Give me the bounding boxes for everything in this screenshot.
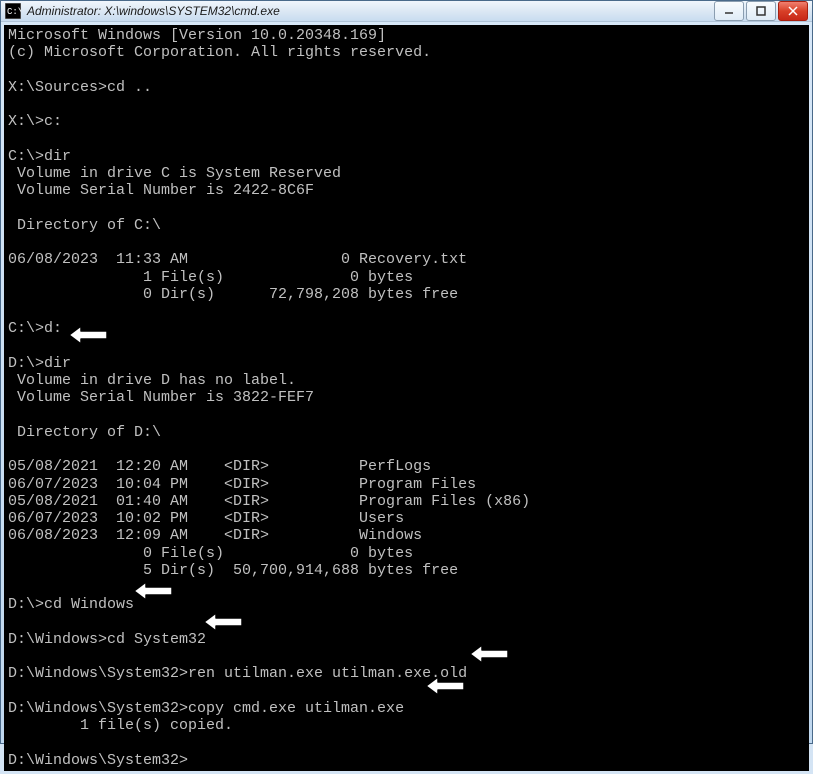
terminal-line: D:\Windows>cd System32 — [8, 631, 805, 648]
terminal-line — [8, 303, 805, 320]
terminal-output[interactable]: Microsoft Windows [Version 10.0.20348.16… — [4, 25, 809, 771]
terminal-line: 06/07/2023 10:02 PM <DIR> Users — [8, 510, 805, 527]
terminal-container: Microsoft Windows [Version 10.0.20348.16… — [1, 22, 812, 774]
terminal-line — [8, 648, 805, 665]
terminal-line — [8, 131, 805, 148]
terminal-line — [8, 683, 805, 700]
terminal-line: D:\Windows\System32>ren utilman.exe util… — [8, 665, 805, 682]
terminal-line — [8, 579, 805, 596]
window-controls — [714, 1, 808, 21]
terminal-line — [8, 200, 805, 217]
terminal-line: 06/07/2023 10:04 PM <DIR> Program Files — [8, 476, 805, 493]
terminal-line: (c) Microsoft Corporation. All rights re… — [8, 44, 805, 61]
svg-text:C:\: C:\ — [7, 7, 21, 17]
terminal-line: 0 Dir(s) 72,798,208 bytes free — [8, 286, 805, 303]
terminal-line: C:\>dir — [8, 148, 805, 165]
terminal-line — [8, 407, 805, 424]
terminal-line: Directory of D:\ — [8, 424, 805, 441]
terminal-line: 05/08/2021 01:40 AM <DIR> Program Files … — [8, 493, 805, 510]
terminal-line — [8, 234, 805, 251]
terminal-line: Directory of C:\ — [8, 217, 805, 234]
maximize-button[interactable] — [746, 1, 776, 21]
terminal-line — [8, 338, 805, 355]
cmd-window: C:\ Administrator: X:\windows\SYSTEM32\c… — [0, 0, 813, 744]
minimize-button[interactable] — [714, 1, 744, 21]
terminal-line: 0 File(s) 0 bytes — [8, 545, 805, 562]
terminal-line: X:\>c: — [8, 113, 805, 130]
terminal-line — [8, 96, 805, 113]
terminal-line — [8, 734, 805, 751]
cmd-icon: C:\ — [5, 3, 21, 19]
close-button[interactable] — [778, 1, 808, 21]
terminal-line: Microsoft Windows [Version 10.0.20348.16… — [8, 27, 805, 44]
terminal-line — [8, 614, 805, 631]
terminal-line: 5 Dir(s) 50,700,914,688 bytes free — [8, 562, 805, 579]
terminal-line: 1 file(s) copied. — [8, 717, 805, 734]
terminal-line: D:\>cd Windows — [8, 596, 805, 613]
window-title: Administrator: X:\windows\SYSTEM32\cmd.e… — [27, 4, 714, 18]
terminal-line — [8, 62, 805, 79]
terminal-line: D:\Windows\System32>copy cmd.exe utilman… — [8, 700, 805, 717]
terminal-line: D:\>dir — [8, 355, 805, 372]
terminal-line: Volume in drive C is System Reserved — [8, 165, 805, 182]
terminal-line: 06/08/2023 12:09 AM <DIR> Windows — [8, 527, 805, 544]
terminal-line — [8, 441, 805, 458]
terminal-line: C:\>d: — [8, 320, 805, 337]
terminal-line: 1 File(s) 0 bytes — [8, 269, 805, 286]
terminal-line: D:\Windows\System32> — [8, 752, 805, 769]
terminal-line: 05/08/2021 12:20 AM <DIR> PerfLogs — [8, 458, 805, 475]
terminal-line: Volume in drive D has no label. — [8, 372, 805, 389]
terminal-line: 06/08/2023 11:33 AM 0 Recovery.txt — [8, 251, 805, 268]
terminal-line: Volume Serial Number is 3822-FEF7 — [8, 389, 805, 406]
terminal-line: X:\Sources>cd .. — [8, 79, 805, 96]
titlebar[interactable]: C:\ Administrator: X:\windows\SYSTEM32\c… — [1, 1, 812, 22]
terminal-line: Volume Serial Number is 2422-8C6F — [8, 182, 805, 199]
